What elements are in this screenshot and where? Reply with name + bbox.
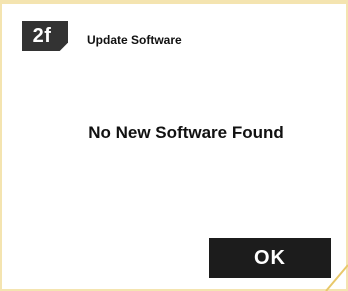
device-screen: 2f Update Software No New Software Found… <box>0 0 348 291</box>
step-badge-label: 2f <box>32 25 52 47</box>
status-message: No New Software Found <box>88 123 284 142</box>
ok-button[interactable]: OK <box>209 238 331 278</box>
screen-title: Update Software <box>87 33 182 47</box>
step-badge: 2f <box>22 21 68 51</box>
